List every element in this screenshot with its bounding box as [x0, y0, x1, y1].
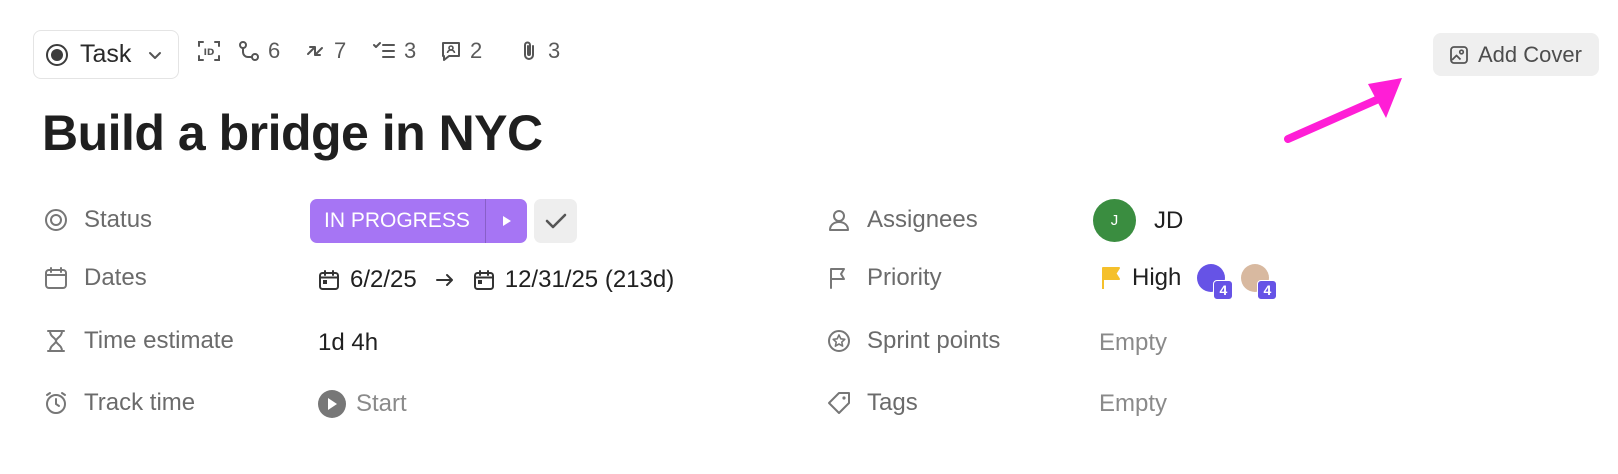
priority-badge-1: 4 [1213, 280, 1234, 300]
hourglass-icon [47, 330, 65, 352]
priority-text: High [1132, 264, 1182, 291]
checklists-count-label: 3 [404, 38, 417, 63]
subtasks-count-label: 6 [268, 38, 281, 63]
attachments-count[interactable]: 3 [518, 38, 560, 64]
subtasks-icon [239, 41, 259, 61]
attachments-count-label: 3 [548, 38, 561, 63]
linked-count-label: 7 [334, 38, 347, 63]
task-type-icon [46, 43, 68, 66]
start-date: 6/2/25 [350, 266, 417, 293]
chevron-down-icon [147, 47, 163, 63]
dates-field-label: Dates [44, 264, 147, 292]
assignee-name: JD [1154, 206, 1184, 234]
alarm-clock-icon [46, 392, 66, 414]
assignee-chip[interactable]: J JD [1093, 199, 1183, 242]
calendar-icon [45, 267, 67, 289]
arrow-right-icon [435, 274, 453, 286]
dependencies-icon [307, 46, 323, 56]
task-type-label: Task [80, 40, 132, 68]
due-calendar-icon [473, 270, 494, 290]
next-status-button[interactable] [486, 215, 527, 227]
estimate-field-label: Time estimate [44, 327, 234, 355]
checklists-count[interactable]: 3 [372, 38, 416, 64]
avatar: J [1093, 199, 1136, 242]
priority-value[interactable]: High 4 4 [1100, 264, 1278, 300]
task-id-button[interactable]: ID [196, 38, 222, 64]
play-icon [318, 390, 346, 418]
id-icon: ID [198, 41, 220, 61]
flag-icon [1102, 267, 1120, 289]
estimate-text: 1d 4h [318, 329, 379, 356]
dates-label: Dates [84, 264, 147, 291]
tag-icon [828, 392, 850, 414]
sprint-label: Sprint points [867, 327, 1001, 354]
start-timer-label: Start [356, 390, 407, 417]
sprint-points-icon [828, 330, 850, 352]
tags-label: Tags [867, 389, 918, 416]
user-icon [829, 210, 849, 231]
track-label: Track time [84, 389, 196, 416]
start-calendar-icon [319, 270, 339, 290]
task-type-dropdown[interactable]: Task [33, 30, 179, 79]
track-field-label: Track time [44, 389, 195, 417]
estimate-value[interactable]: 1d 4h [318, 329, 378, 357]
dates-value[interactable]: 6/2/25 12/31/25 (213d) [318, 266, 674, 294]
tags-value[interactable]: Empty [1099, 390, 1167, 418]
annotation-arrow-icon [1284, 78, 1402, 143]
complete-status-button[interactable] [534, 199, 577, 243]
priority-label: Priority [867, 264, 942, 291]
sprint-points-value[interactable]: Empty [1099, 329, 1167, 357]
status-label: Status [84, 206, 153, 233]
play-arrow-icon [502, 216, 511, 226]
status-value: IN PROGRESS [324, 209, 470, 232]
status-icon [45, 209, 67, 231]
linked-tasks-count[interactable]: 7 [304, 38, 346, 64]
priority-avatar-1[interactable]: 4 [1197, 264, 1234, 300]
status-field-label: Status [44, 206, 152, 234]
task-title[interactable]: Build a bridge in NYC [42, 104, 543, 162]
status-dropdown[interactable]: IN PROGRESS [310, 199, 527, 243]
flag-outline-icon [830, 268, 845, 289]
assignees-label: Assignees [867, 206, 978, 233]
image-icon [1450, 45, 1468, 64]
subtasks-count[interactable]: 6 [238, 38, 280, 64]
start-timer-button[interactable]: Start [318, 390, 407, 418]
add-cover-button[interactable]: Add Cover [1433, 33, 1599, 76]
estimate-label: Time estimate [84, 327, 234, 354]
assignees-field-label: Assignees [827, 206, 978, 234]
add-cover-label: Add Cover [1478, 41, 1582, 67]
comment-icon [442, 42, 460, 61]
priority-field-label: Priority [827, 264, 942, 292]
sprint-field-label: Sprint points [827, 327, 1000, 355]
comments-count[interactable]: 2 [440, 38, 482, 64]
comments-count-label: 2 [470, 38, 483, 63]
checklist-icon [373, 42, 395, 58]
check-icon [545, 213, 566, 229]
tags-field-label: Tags [827, 389, 918, 417]
due-date: 12/31/25 (213d) [504, 266, 675, 293]
sprint-value: Empty [1099, 329, 1168, 356]
priority-avatar-2[interactable]: 4 [1241, 264, 1278, 300]
paperclip-icon [524, 41, 534, 60]
svg-text:ID: ID [204, 48, 215, 58]
priority-badge-2: 4 [1257, 280, 1278, 300]
tags-text: Empty [1099, 390, 1168, 417]
